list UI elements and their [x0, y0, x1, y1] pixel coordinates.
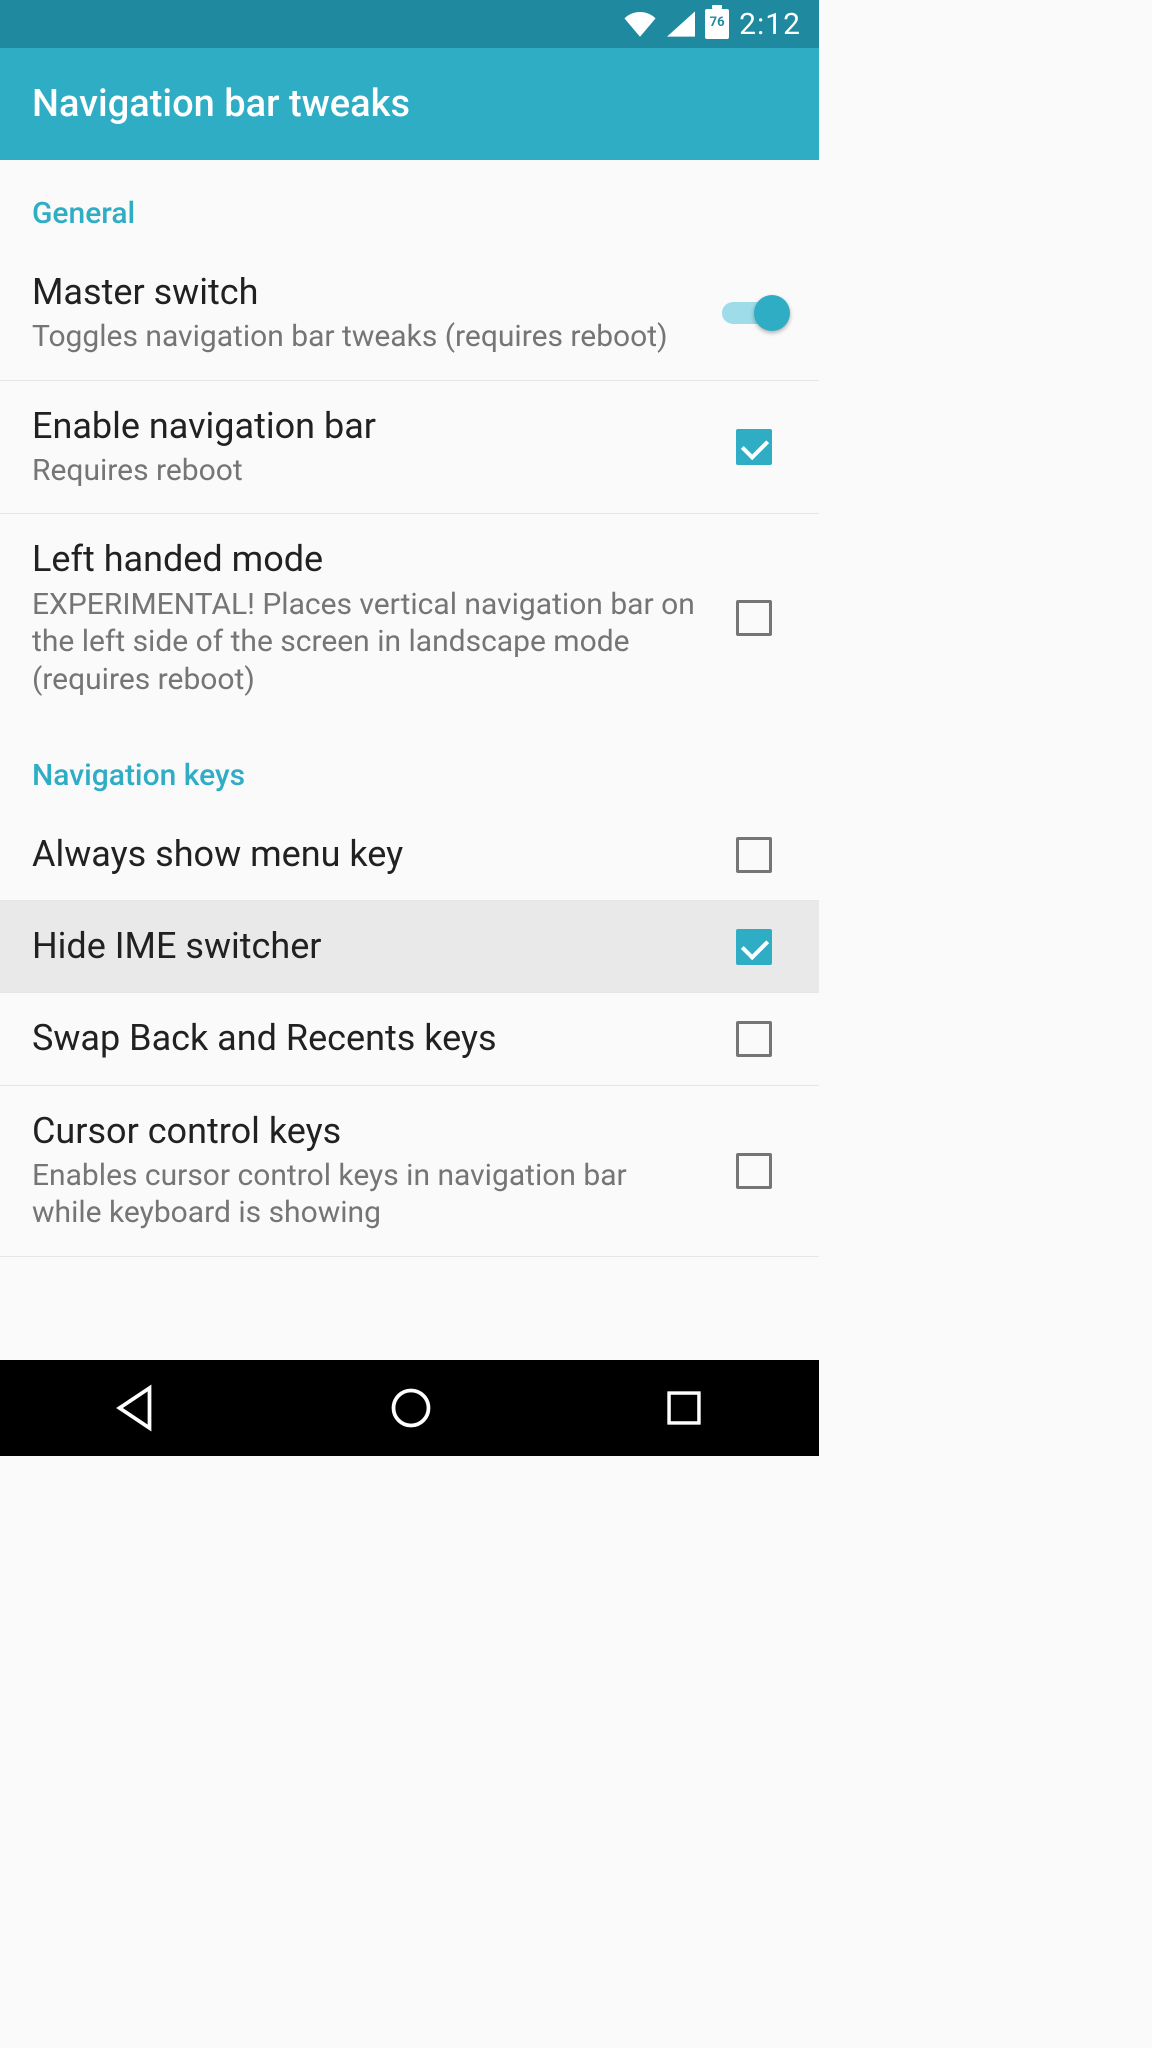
- master-switch-toggle[interactable]: [722, 293, 786, 333]
- always-menu-title: Always show menu key: [32, 833, 697, 876]
- enable-nav-sub: Requires reboot: [32, 452, 697, 490]
- settings-list[interactable]: General Master switch Toggles navigation…: [0, 160, 819, 1360]
- section-general-header: General: [0, 160, 819, 247]
- battery-level: 76: [705, 15, 729, 30]
- hide-ime-title: Hide IME switcher: [32, 925, 697, 968]
- swap-back-title: Swap Back and Recents keys: [32, 1017, 697, 1060]
- status-bar: 76 2:12: [0, 0, 819, 48]
- master-switch-sub: Toggles navigation bar tweaks (requires …: [32, 318, 697, 356]
- left-handed-sub: EXPERIMENTAL! Places vertical navigation…: [32, 586, 697, 699]
- master-switch-title: Master switch: [32, 271, 697, 314]
- row-cursor-ctrl[interactable]: Cursor control keys Enables cursor contr…: [0, 1086, 819, 1257]
- left-handed-checkbox[interactable]: [736, 600, 772, 636]
- system-nav-bar: [0, 1360, 819, 1456]
- always-menu-checkbox[interactable]: [736, 837, 772, 873]
- recents-icon[interactable]: [661, 1385, 707, 1431]
- clock: 2:12: [739, 7, 801, 42]
- cursor-ctrl-title: Cursor control keys: [32, 1110, 697, 1153]
- phone-frame: 76 2:12 Navigation bar tweaks General Ma…: [0, 0, 819, 1456]
- row-enable-nav[interactable]: Enable navigation bar Requires reboot: [0, 381, 819, 515]
- cursor-ctrl-sub: Enables cursor control keys in navigatio…: [32, 1157, 697, 1232]
- home-icon[interactable]: [386, 1383, 436, 1433]
- row-swap-back[interactable]: Swap Back and Recents keys: [0, 993, 819, 1085]
- hide-ime-checkbox[interactable]: [736, 929, 772, 965]
- signal-icon: [667, 11, 695, 37]
- enable-nav-checkbox[interactable]: [736, 429, 772, 465]
- battery-icon: 76: [705, 9, 729, 39]
- page-title: Navigation bar tweaks: [32, 82, 410, 126]
- cursor-ctrl-checkbox[interactable]: [736, 1153, 772, 1189]
- left-handed-title: Left handed mode: [32, 538, 697, 581]
- enable-nav-title: Enable navigation bar: [32, 405, 697, 448]
- row-always-menu[interactable]: Always show menu key: [0, 809, 819, 901]
- swap-back-checkbox[interactable]: [736, 1021, 772, 1057]
- row-left-handed[interactable]: Left handed mode EXPERIMENTAL! Places ve…: [0, 514, 819, 722]
- row-hide-ime[interactable]: Hide IME switcher: [0, 901, 819, 993]
- back-icon[interactable]: [112, 1383, 162, 1433]
- row-master-switch[interactable]: Master switch Toggles navigation bar twe…: [0, 247, 819, 381]
- wifi-icon: [623, 11, 657, 37]
- section-navkeys-header: Navigation keys: [0, 722, 819, 809]
- app-bar: Navigation bar tweaks: [0, 48, 819, 160]
